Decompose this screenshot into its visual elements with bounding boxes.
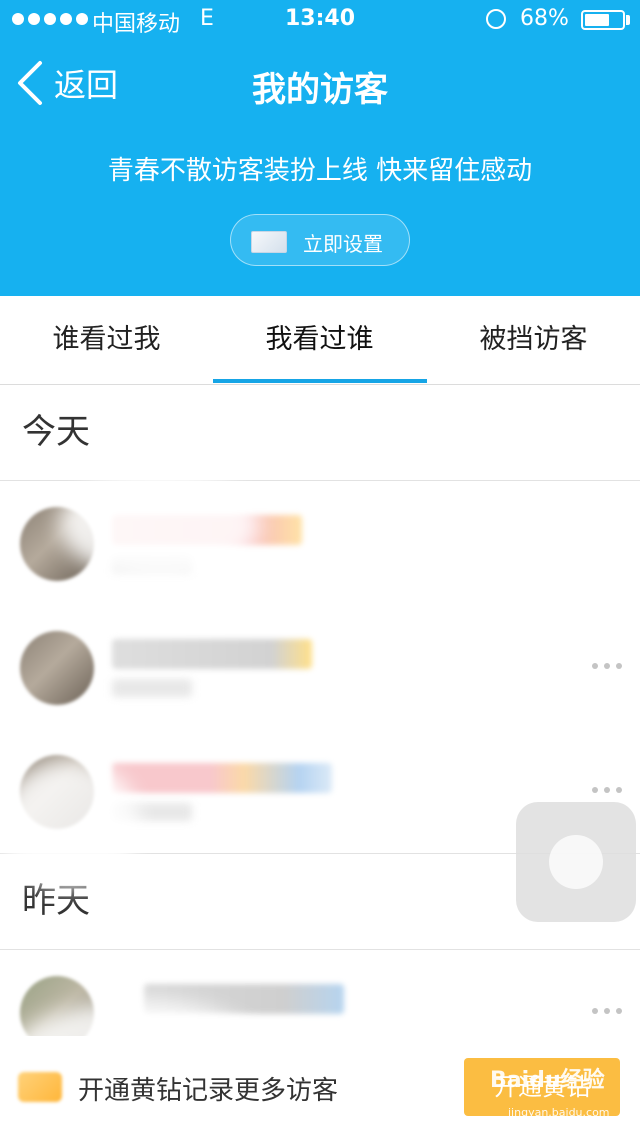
promo-text: 青春不散访客装扮上线 快来留住感动 [107, 156, 533, 186]
yellow-diamond-icon [18, 1072, 62, 1102]
open-yellow-diamond-button[interactable]: 开通黄钻 [464, 1058, 620, 1116]
vip-promo-text: 开通黄钻记录更多访客 [78, 1076, 339, 1106]
header-banner: 中国移动 E 13:40 68% 返回 我的访客 青春不散访客装扮上线 快来留住… [0, 0, 640, 296]
rotation-lock-icon [486, 9, 506, 29]
status-bar: 中国移动 E 13:40 68% [0, 0, 640, 40]
card-icon [251, 231, 287, 253]
tab-blocked-visitors[interactable]: 被挡访客 [427, 296, 640, 384]
battery-cap [626, 15, 630, 25]
section-header-today: 今天 [0, 384, 640, 481]
setup-now-label: 立即设置 [303, 232, 383, 256]
more-options-icon[interactable] [592, 787, 622, 793]
privacy-blur [0, 760, 140, 890]
name-redacted [112, 763, 332, 793]
name-redacted [112, 639, 312, 669]
page-title: 我的访客 [252, 70, 388, 110]
tab-who-viewed-me[interactable]: 谁看过我 [0, 296, 213, 384]
more-options-icon[interactable] [592, 663, 622, 669]
vip-bottom-bar: 开通黄钻记录更多访客 开通黄钻 [0, 1036, 640, 1136]
privacy-blur [60, 470, 260, 580]
battery-percent: 68% [520, 6, 569, 31]
floating-assistive-button[interactable] [516, 802, 636, 922]
assistive-ring-icon [549, 835, 603, 889]
setup-now-button[interactable]: 立即设置 [230, 214, 410, 266]
visitor-tabs: 谁看过我 我看过谁 被挡访客 [0, 296, 640, 385]
detail-redacted [112, 679, 192, 697]
active-tab-indicator [213, 379, 427, 383]
nav-bar: 返回 我的访客 [0, 40, 640, 128]
tab-who-i-viewed[interactable]: 我看过谁 [213, 296, 426, 384]
battery-icon [581, 10, 625, 30]
more-options-icon[interactable] [592, 1008, 622, 1014]
visitor-row[interactable] [0, 605, 640, 730]
avatar [20, 631, 94, 705]
